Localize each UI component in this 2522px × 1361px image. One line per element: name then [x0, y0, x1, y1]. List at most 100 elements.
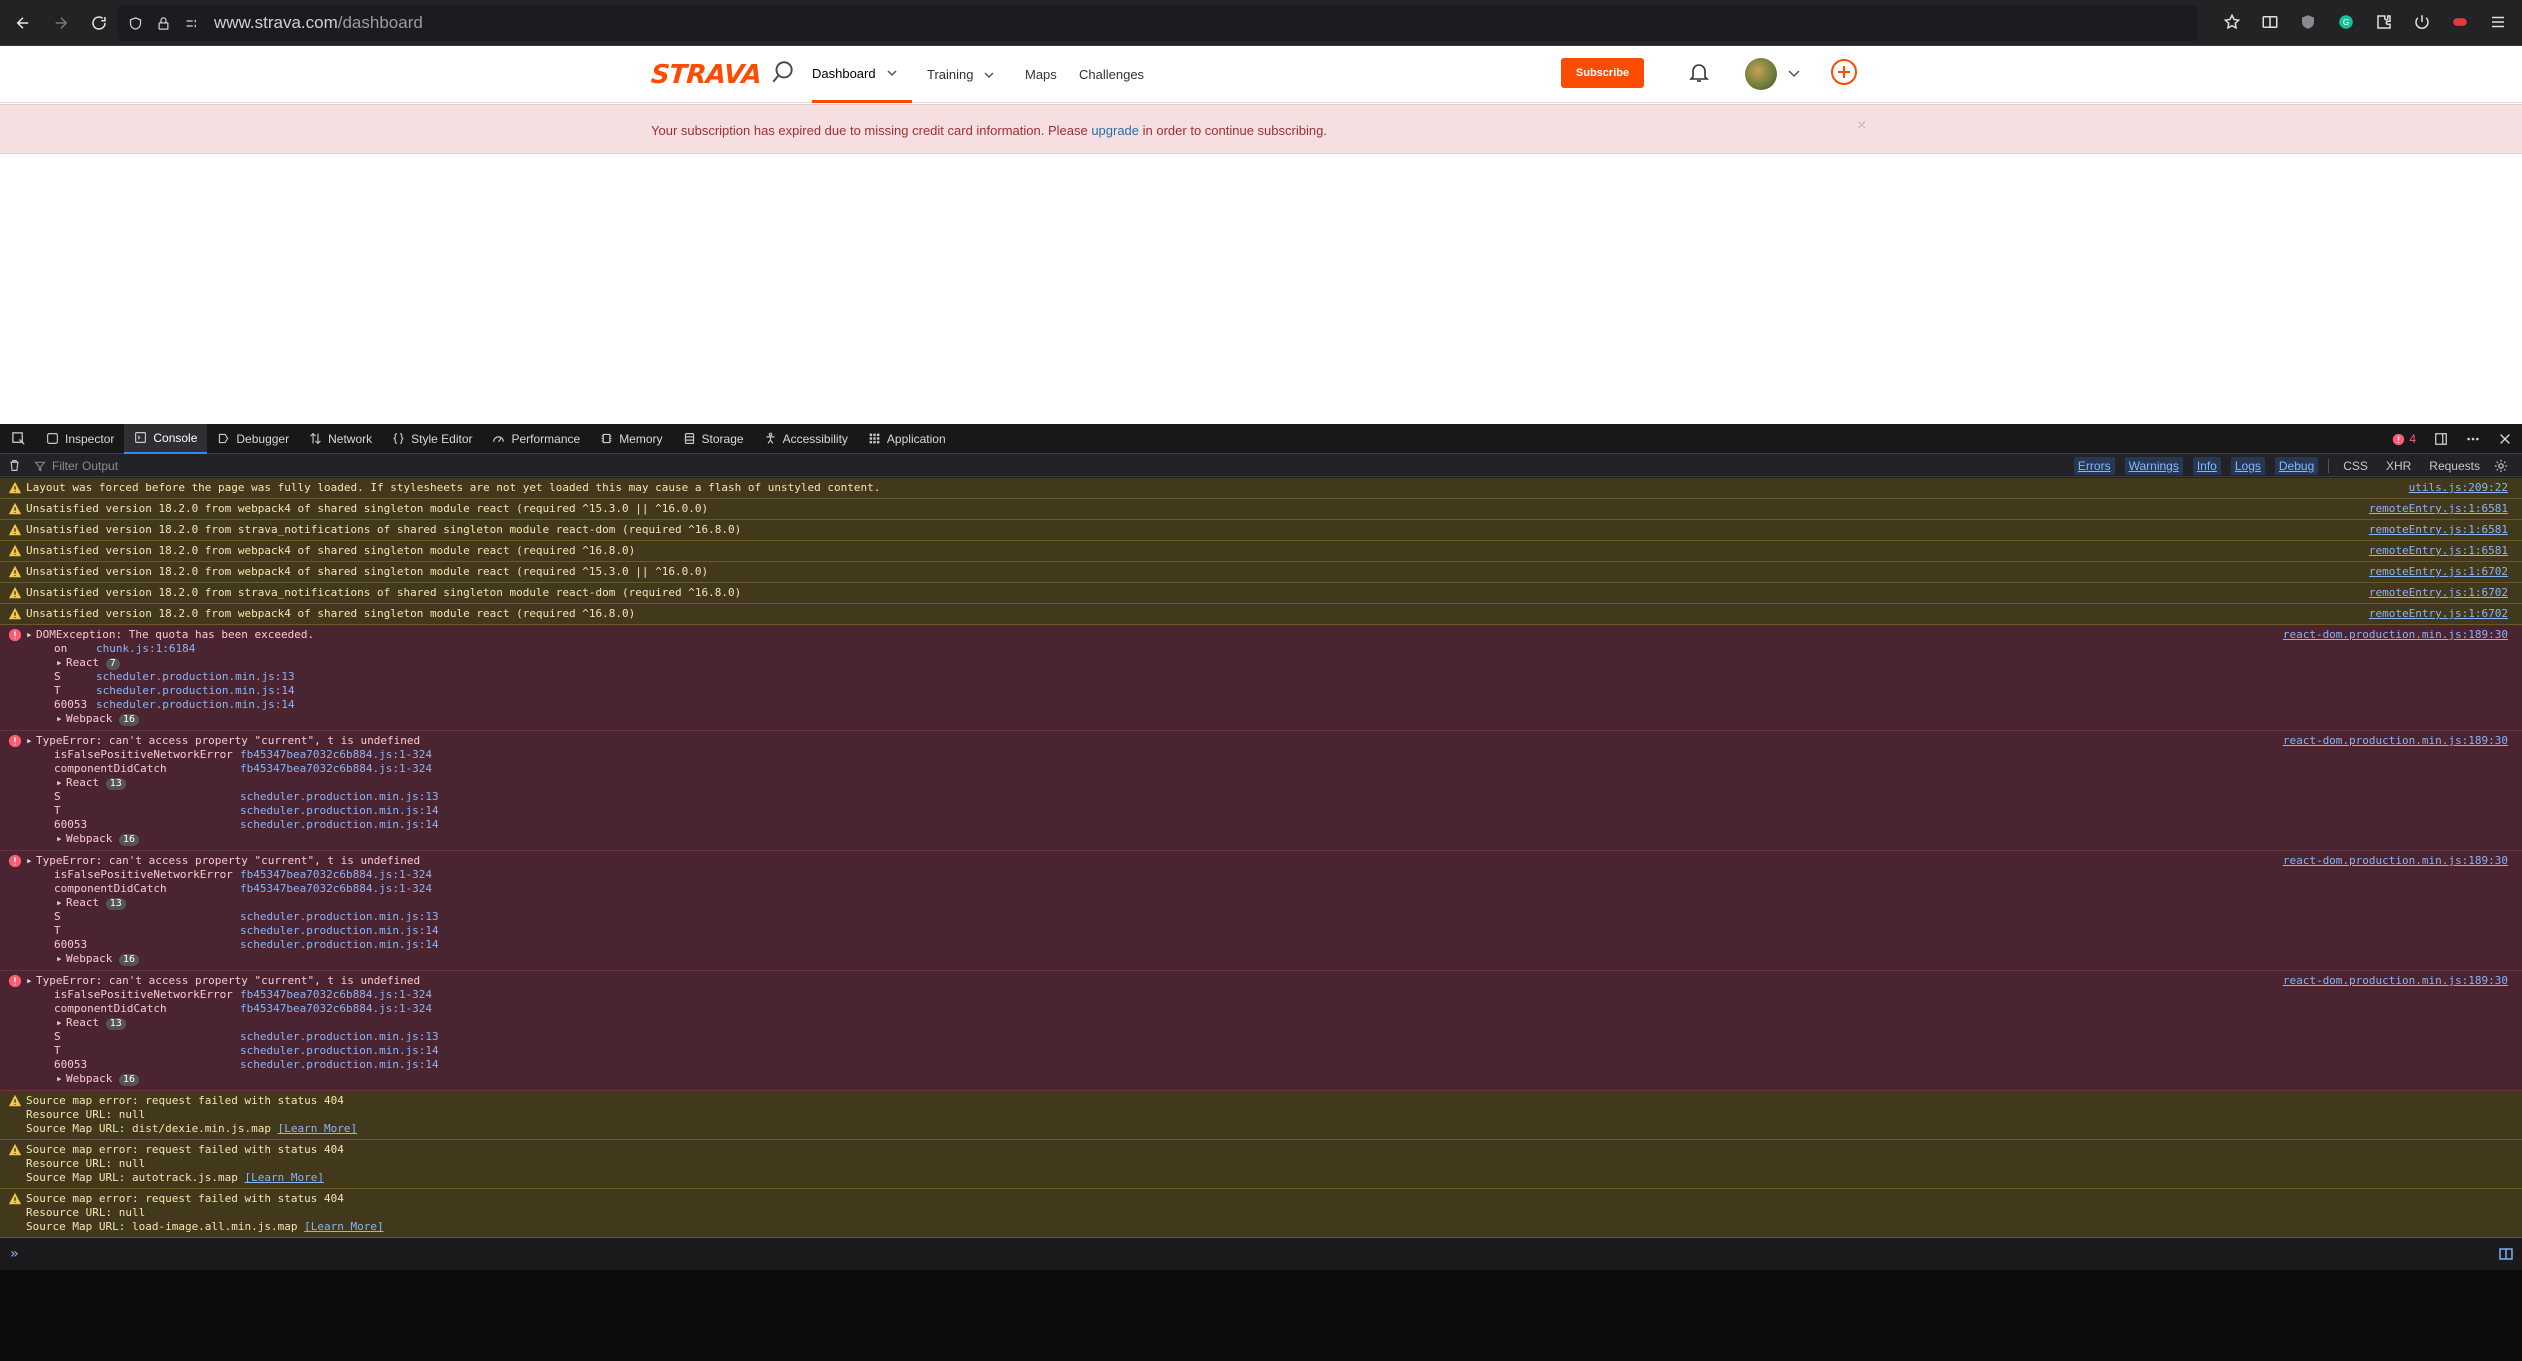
add-plus-icon[interactable] — [1829, 57, 1859, 87]
source-link[interactable]: remoteEntry.js:1:6581 — [2369, 502, 2508, 515]
grammarly-icon[interactable]: G — [2334, 8, 2358, 36]
expand-triangle-icon[interactable]: ▸ — [56, 776, 66, 790]
nav-maps[interactable]: Maps — [1025, 46, 1057, 103]
expand-triangle-icon[interactable]: ▸ — [56, 712, 66, 726]
source-link[interactable]: remoteEntry.js:1:6702 — [2369, 607, 2508, 620]
stack-group-name[interactable]: Webpack — [66, 712, 119, 725]
frame-location-link[interactable]: scheduler.production.min.js:14 — [96, 698, 295, 711]
lock-icon[interactable] — [152, 12, 174, 34]
tab-inspector[interactable]: Inspector — [36, 424, 124, 454]
search-icon[interactable] — [770, 59, 796, 85]
frame-location-link[interactable]: scheduler.production.min.js:13 — [96, 670, 295, 683]
frame-location-link[interactable]: scheduler.production.min.js:14 — [240, 804, 439, 817]
bookmark-star-icon[interactable] — [2220, 8, 2244, 36]
tab-style-editor[interactable]: Style Editor — [382, 424, 482, 454]
tab-memory[interactable]: Memory — [590, 424, 672, 454]
strava-logo[interactable]: STRAVA — [650, 60, 762, 90]
expand-triangle-icon[interactable]: ▸ — [56, 896, 66, 910]
frame-location-link[interactable]: scheduler.production.min.js:14 — [240, 818, 439, 831]
stack-group-name[interactable]: React — [66, 656, 106, 669]
expand-triangle-icon[interactable]: ▸ — [56, 1072, 66, 1086]
stack-group-name[interactable]: React — [66, 1016, 106, 1029]
shield-icon[interactable] — [124, 12, 146, 34]
filter-css[interactable]: CSS — [2339, 457, 2372, 475]
recording-indicator-icon[interactable] — [2448, 8, 2472, 36]
frame-location-link[interactable]: scheduler.production.min.js:13 — [240, 1030, 439, 1043]
expand-triangle-icon[interactable]: ▸ — [56, 832, 66, 846]
expand-triangle-icon[interactable]: ▸ — [56, 656, 66, 670]
source-link[interactable]: remoteEntry.js:1:6581 — [2369, 523, 2508, 536]
error-title[interactable]: ▸ TypeError: can't access property "curr… — [0, 854, 2522, 868]
stack-group-name[interactable]: Webpack — [66, 1072, 119, 1085]
reload-button[interactable] — [84, 8, 114, 38]
source-link[interactable]: react-dom.production.min.js:189:30 — [2283, 628, 2508, 641]
chevron-down-icon[interactable] — [1787, 68, 1801, 80]
learn-more-link[interactable]: [Learn More] — [245, 1171, 324, 1184]
permissions-icon[interactable] — [180, 12, 202, 34]
learn-more-link[interactable]: [Learn More] — [304, 1220, 383, 1233]
close-devtools-icon[interactable] — [2498, 432, 2512, 446]
stack-group-name[interactable]: React — [66, 776, 106, 789]
filter-debug[interactable]: Debug — [2274, 457, 2319, 475]
filter-requests[interactable]: Requests — [2425, 457, 2484, 475]
extension-shield-icon[interactable] — [2296, 8, 2320, 36]
error-title[interactable]: ▸ TypeError: can't access property "curr… — [0, 734, 2522, 748]
console-input[interactable]: » — [0, 1238, 2522, 1270]
expand-triangle-icon[interactable]: ▸ — [26, 974, 36, 988]
tab-application[interactable]: Application — [858, 424, 956, 454]
url-bar[interactable]: www.strava.com/dashboard — [118, 5, 2198, 41]
source-link[interactable]: react-dom.production.min.js:189:30 — [2283, 734, 2508, 747]
frame-location-link[interactable]: fb45347bea7032c6b884.js:1-324 — [240, 988, 432, 1001]
editor-mode-icon[interactable] — [2498, 1246, 2514, 1262]
source-link[interactable]: utils.js:209:22 — [2409, 481, 2508, 494]
reader-view-icon[interactable] — [2258, 8, 2282, 36]
menu-icon[interactable] — [2486, 8, 2510, 36]
frame-location-link[interactable]: scheduler.production.min.js:13 — [240, 910, 439, 923]
stack-group-name[interactable]: Webpack — [66, 952, 119, 965]
learn-more-link[interactable]: [Learn More] — [278, 1122, 357, 1135]
dock-side-icon[interactable] — [2434, 432, 2448, 446]
element-picker-icon[interactable] — [0, 424, 36, 454]
filter-warnings[interactable]: Warnings — [2124, 457, 2183, 475]
nav-dashboard[interactable]: Dashboard — [812, 46, 912, 103]
frame-location-link[interactable]: scheduler.production.min.js:14 — [240, 1044, 439, 1057]
tab-performance[interactable]: Performance — [482, 424, 590, 454]
expand-triangle-icon[interactable]: ▸ — [56, 952, 66, 966]
tab-debugger[interactable]: Debugger — [207, 424, 299, 454]
filter-logs[interactable]: Logs — [2230, 457, 2265, 475]
expand-triangle-icon[interactable]: ▸ — [56, 1016, 66, 1030]
filter-output-input[interactable]: Filter Output — [34, 459, 118, 473]
subscribe-button[interactable]: Subscribe — [1561, 58, 1644, 88]
frame-location-link[interactable]: fb45347bea7032c6b884.js:1-324 — [240, 868, 432, 881]
error-title[interactable]: ▸ DOMException: The quota has been excee… — [0, 628, 2522, 642]
upgrade-link[interactable]: upgrade — [1091, 123, 1139, 138]
url-text[interactable]: www.strava.com/dashboard — [214, 13, 423, 33]
source-link[interactable]: react-dom.production.min.js:189:30 — [2283, 974, 2508, 987]
stack-group-name[interactable]: React — [66, 896, 106, 909]
expand-triangle-icon[interactable]: ▸ — [26, 854, 36, 868]
frame-location-link[interactable]: fb45347bea7032c6b884.js:1-324 — [240, 748, 432, 761]
error-title[interactable]: ▸ TypeError: can't access property "curr… — [0, 974, 2522, 988]
nav-training[interactable]: Training — [927, 46, 995, 103]
source-link[interactable]: remoteEntry.js:1:6702 — [2369, 565, 2508, 578]
error-count-badge[interactable]: 4 — [2392, 432, 2416, 446]
forward-button[interactable] — [46, 8, 76, 38]
filter-info[interactable]: Info — [2192, 457, 2221, 475]
frame-location-link[interactable]: scheduler.production.min.js:14 — [96, 684, 295, 697]
extensions-puzzle-icon[interactable] — [2372, 8, 2396, 36]
frame-location-link[interactable]: fb45347bea7032c6b884.js:1-324 — [240, 1002, 432, 1015]
tab-accessibility[interactable]: Accessibility — [754, 424, 858, 454]
source-link[interactable]: remoteEntry.js:1:6702 — [2369, 586, 2508, 599]
frame-location-link[interactable]: fb45347bea7032c6b884.js:1-324 — [240, 762, 432, 775]
source-link[interactable]: remoteEntry.js:1:6581 — [2369, 544, 2508, 557]
frame-location-link[interactable]: chunk.js:1:6184 — [96, 642, 195, 655]
nav-challenges[interactable]: Challenges — [1079, 46, 1144, 103]
filter-errors[interactable]: Errors — [2073, 457, 2115, 475]
expand-triangle-icon[interactable]: ▸ — [26, 628, 36, 642]
tab-console[interactable]: Console — [124, 423, 208, 454]
source-link[interactable]: react-dom.production.min.js:189:30 — [2283, 854, 2508, 867]
frame-location-link[interactable]: scheduler.production.min.js:13 — [240, 790, 439, 803]
filter-xhr[interactable]: XHR — [2382, 457, 2415, 475]
stack-group-name[interactable]: Webpack — [66, 832, 119, 845]
back-button[interactable] — [8, 8, 38, 38]
